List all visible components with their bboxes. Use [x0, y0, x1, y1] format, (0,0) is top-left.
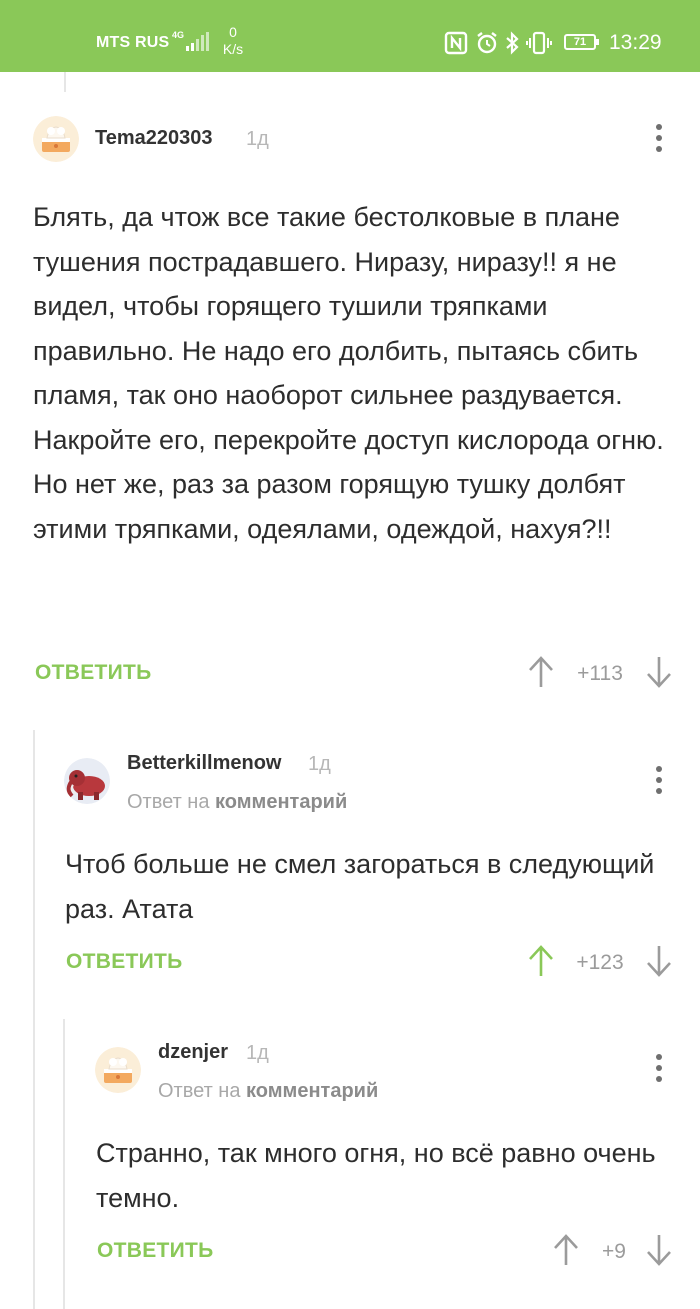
more-options-icon[interactable] — [654, 124, 664, 156]
signal-icon — [186, 32, 209, 51]
vibrate-icon — [526, 31, 552, 55]
downvote-icon[interactable] — [646, 944, 672, 978]
thread-line — [64, 72, 66, 92]
thread-line — [63, 1019, 65, 1309]
reply-button[interactable]: ОТВЕТИТЬ — [66, 950, 183, 974]
reply-button[interactable]: ОТВЕТИТЬ — [97, 1239, 214, 1263]
status-icons: 71 — [444, 31, 604, 55]
rating: +113 — [577, 662, 623, 685]
comment-text: Чтоб больше не смел загораться в следующ… — [65, 849, 655, 924]
comment-username[interactable]: dzenjer — [158, 1041, 228, 1064]
avatar-cake-icon — [33, 116, 79, 162]
carrier-name: MTS RUS — [96, 34, 170, 51]
speed-value: 0 — [229, 24, 237, 40]
avatar[interactable] — [95, 1047, 141, 1093]
downvote-icon[interactable] — [646, 655, 672, 689]
comment-text: Странно, так много огня, но всё равно оч… — [96, 1138, 656, 1213]
comment-time: 1д — [308, 753, 331, 775]
reply-button[interactable]: ОТВЕТИТЬ — [35, 661, 152, 685]
network-type: 4G — [172, 30, 185, 40]
nfc-icon — [444, 31, 468, 55]
comment-time: 1д — [246, 1042, 269, 1064]
battery-icon: 71 — [564, 34, 599, 50]
status-bar: MTS RUS 4G 0 K/s 71 13:29 — [0, 0, 700, 72]
avatar[interactable] — [64, 758, 110, 804]
reply-to-prefix: Ответ на — [127, 791, 210, 813]
reply-to-prefix: Ответ на — [158, 1080, 241, 1102]
clock: 13:29 — [609, 31, 662, 54]
thread-line — [33, 730, 35, 1309]
comment-time: 1д — [246, 128, 269, 150]
more-options-icon[interactable] — [654, 766, 664, 798]
downvote-icon[interactable] — [646, 1233, 672, 1267]
comment-text: Блять, да чтож все такие бестолковые в п… — [33, 202, 664, 544]
avatar[interactable] — [33, 116, 79, 162]
network-speed: 0 K/s — [218, 24, 248, 58]
reply-to-line: Ответ на комментарий — [158, 1080, 378, 1103]
more-options-icon[interactable] — [654, 1054, 664, 1086]
upvote-icon[interactable] — [528, 944, 554, 978]
avatar-cake-icon — [95, 1047, 141, 1093]
comment-username[interactable]: Tema220303 — [95, 127, 213, 150]
rating: +9 — [602, 1240, 626, 1263]
avatar-mammoth-icon — [64, 758, 110, 804]
upvote-icon[interactable] — [528, 655, 554, 689]
bluetooth-icon — [506, 31, 519, 55]
upvote-icon[interactable] — [553, 1233, 579, 1267]
speed-unit: K/s — [222, 41, 244, 57]
comment-username[interactable]: Betterkillmenow — [127, 752, 281, 775]
reply-to-line: Ответ на комментарий — [127, 791, 347, 814]
alarm-icon — [477, 32, 497, 54]
reply-to-link[interactable]: комментарий — [215, 791, 347, 813]
reply-to-link[interactable]: комментарий — [246, 1080, 378, 1102]
rating: +123 — [576, 951, 624, 974]
